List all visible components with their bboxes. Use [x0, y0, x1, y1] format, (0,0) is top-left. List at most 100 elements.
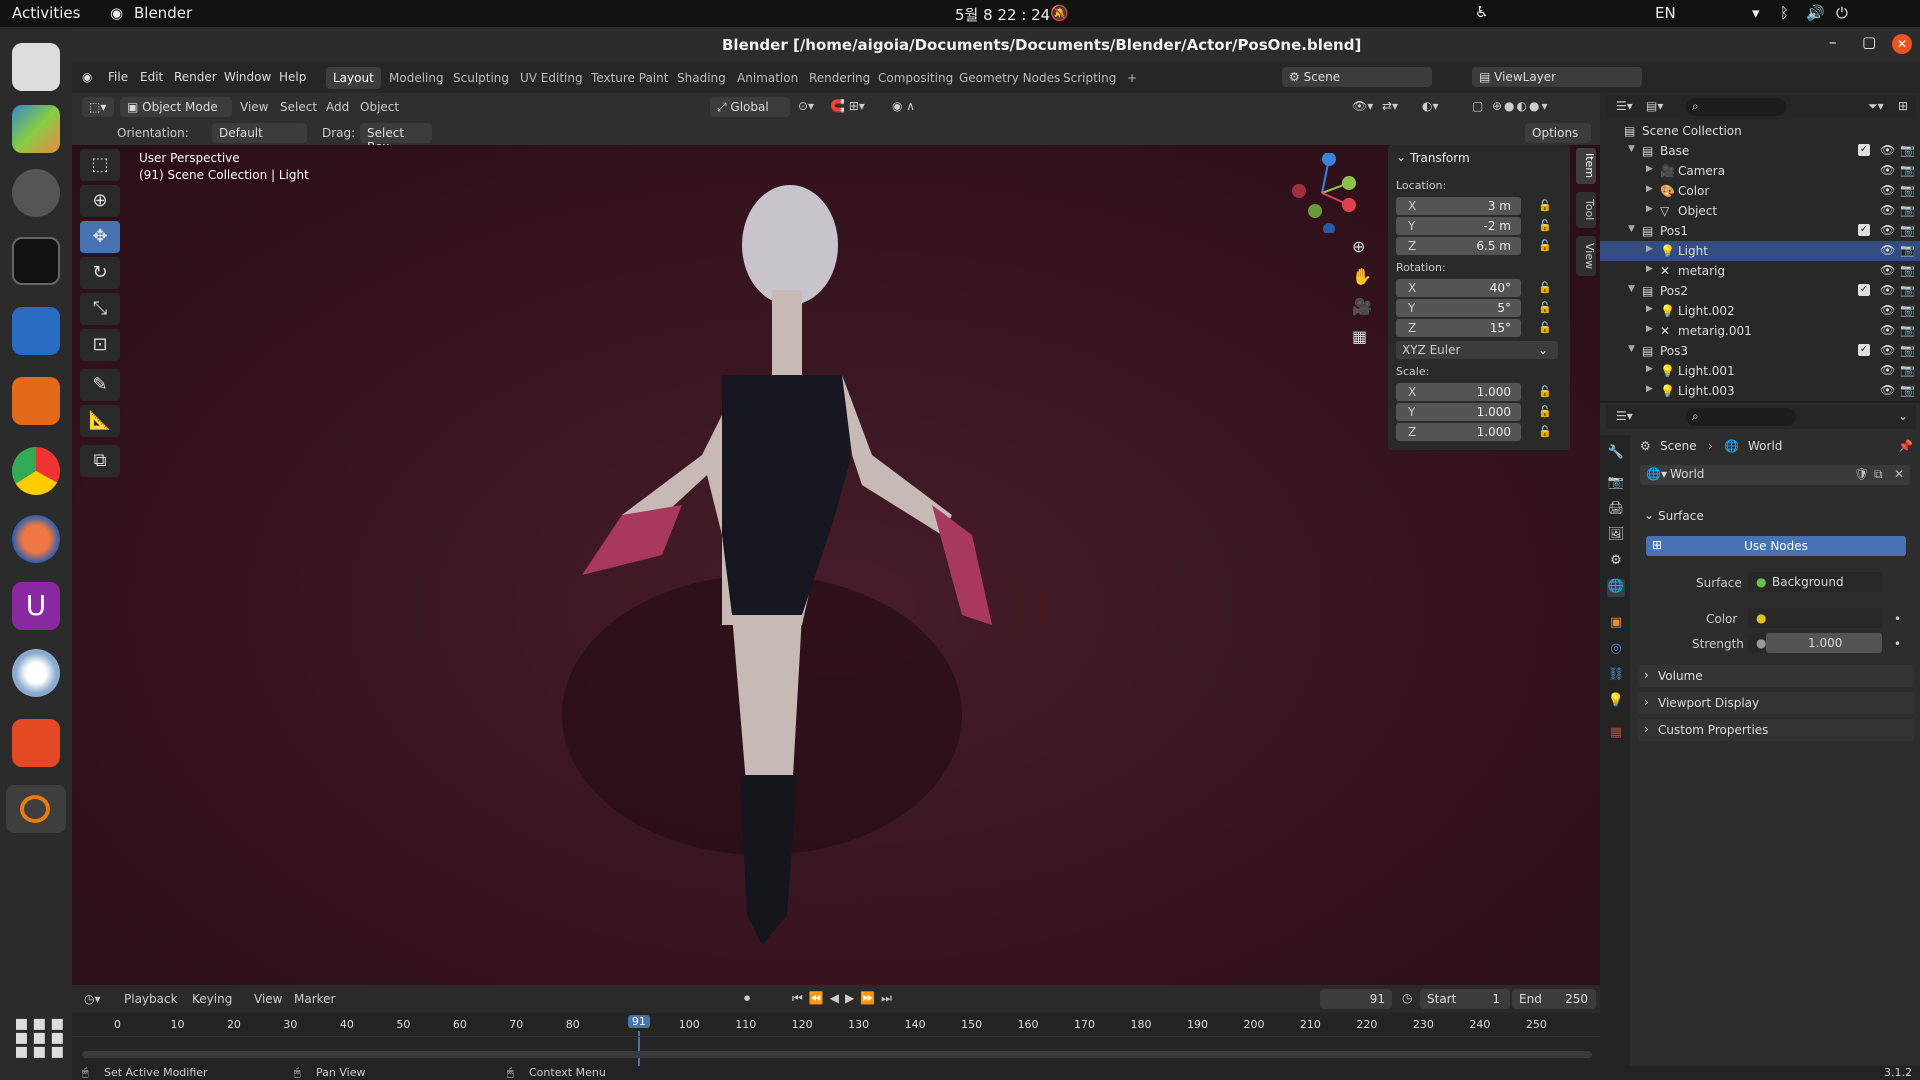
outliner-item-name[interactable]: Object	[1678, 204, 1717, 218]
filter-icon[interactable]: ⏷▾	[1868, 99, 1884, 114]
menu-render[interactable]: Render	[174, 70, 217, 84]
tab-texture-paint[interactable]: Texture Paint	[584, 67, 675, 89]
collection-checkbox[interactable]: ✓	[1858, 224, 1870, 236]
sidebar-tab-view[interactable]: View	[1576, 236, 1596, 276]
drag-dropdown[interactable]: Select Box	[360, 123, 432, 154]
chevron-down-icon[interactable]: ⌄	[1898, 409, 1908, 423]
chevron-right-icon[interactable]: ▶	[1646, 204, 1653, 214]
add-cube-tool-icon[interactable]: ⧉	[80, 445, 120, 477]
pin-icon[interactable]: 📌	[1898, 439, 1913, 453]
color-field[interactable]: ●	[1748, 608, 1882, 628]
tab-geometry-nodes[interactable]: Geometry Nodes	[952, 67, 1067, 89]
video-player-icon[interactable]	[12, 377, 60, 425]
outliner-item-name[interactable]: metarig	[1678, 264, 1725, 278]
output-tab-icon[interactable]: 🖨	[1607, 501, 1625, 519]
inkscape-icon[interactable]	[12, 649, 60, 697]
render-camera-icon[interactable]: 📷	[1900, 143, 1915, 157]
installer-icon[interactable]	[12, 719, 60, 767]
viewlayer-selector[interactable]: ▤ ViewLayer	[1472, 67, 1642, 87]
visibility-eye-icon[interactable]: 👁	[1880, 363, 1895, 377]
files-app-icon[interactable]	[12, 307, 60, 355]
add-workspace-button[interactable]: +	[1120, 67, 1144, 89]
current-frame-field[interactable]: 91	[1320, 989, 1392, 1009]
minimize-button[interactable]: –	[1829, 33, 1837, 51]
render-camera-icon[interactable]: 📷	[1900, 263, 1915, 277]
overlay-icon[interactable]: ◐▾	[1422, 99, 1439, 113]
gizmo-neg-x-axis[interactable]	[1292, 184, 1306, 198]
scale-y-field[interactable]: Y 1.000	[1396, 403, 1521, 421]
render-camera-icon[interactable]: 📷	[1900, 383, 1915, 397]
outliner-row[interactable]: ▶ 🎥 Camera 👁 📷	[1600, 161, 1920, 181]
tab-shading[interactable]: Shading	[670, 67, 733, 89]
zoom-icon[interactable]: ⊕	[1352, 237, 1365, 256]
select-box-tool-icon[interactable]: ⬚	[80, 149, 120, 181]
outliner-item-name[interactable]: Pos1	[1660, 224, 1688, 238]
chevron-right-icon[interactable]: ▶	[1646, 324, 1653, 334]
outliner-row[interactable]: ▼ ▤ Pos1 ✓ 👁 📷	[1600, 221, 1920, 241]
data-tab-icon[interactable]: 💡	[1607, 693, 1625, 711]
outliner-row[interactable]: ▼ ▤ Pos2 ✓ 👁 📷	[1600, 281, 1920, 301]
menu-keying[interactable]: Keying	[192, 992, 232, 1006]
outliner-row[interactable]: ▶ 💡 Light.001 👁 📷	[1600, 361, 1920, 381]
chevron-right-icon[interactable]: ▶	[1646, 164, 1653, 174]
fake-user-icon[interactable]: 🛡	[1854, 467, 1869, 481]
gizmo-neg-z-axis[interactable]	[1323, 223, 1335, 233]
lock-icon[interactable]: 🔓	[1538, 239, 1552, 253]
outliner-row[interactable]: ▶ ✕ metarig.001 👁 📷	[1600, 321, 1920, 341]
visibility-eye-icon[interactable]: 👁	[1880, 243, 1895, 257]
tab-rendering[interactable]: Rendering	[802, 67, 877, 89]
visibility-eye-icon[interactable]: 👁	[1880, 303, 1895, 317]
outliner-item-name[interactable]: metarig.001	[1678, 324, 1752, 338]
scene-selector[interactable]: ⚙ Scene	[1282, 67, 1432, 87]
blender-dock-icon[interactable]	[6, 785, 66, 833]
xray-icon[interactable]: ▢	[1472, 99, 1483, 113]
display-mode-icon[interactable]: ▤▾	[1646, 99, 1663, 113]
outliner-row[interactable]: ▶ ▽ Object 👁 📷	[1600, 201, 1920, 221]
close-button[interactable]: ✕	[1892, 34, 1912, 54]
sidebar-tab-item[interactable]: Item	[1576, 148, 1596, 184]
proportional-edit-icon[interactable]: ◉ ∧	[892, 99, 915, 113]
clock[interactable]: 5월 8 22 : 24	[955, 4, 1050, 25]
menu-marker[interactable]: Marker	[294, 992, 335, 1006]
location-z-field[interactable]: Z 6.5 m	[1396, 237, 1521, 255]
render-tab-icon[interactable]: 📷	[1607, 475, 1625, 493]
render-camera-icon[interactable]: 📷	[1900, 343, 1915, 357]
chevron-down-icon[interactable]: ▼	[1628, 284, 1635, 294]
annotate-tool-icon[interactable]: ✎	[80, 369, 120, 401]
outliner-row[interactable]: ▶ 💡 Light.003 👁 📷	[1600, 381, 1920, 401]
object-tab-icon[interactable]: ▣	[1607, 615, 1625, 633]
visibility-eye-icon[interactable]: 👁	[1880, 383, 1895, 397]
world-datablock[interactable]: 🌐▾ World 🛡 ⧉ ✕	[1640, 465, 1910, 485]
outliner-item-name[interactable]: Light.003	[1678, 384, 1735, 398]
menu-window[interactable]: Window	[224, 70, 271, 84]
orientation-dropdown[interactable]: Default	[212, 123, 307, 143]
menu-view[interactable]: View	[240, 100, 268, 114]
chevron-down-icon[interactable]: ▼	[1628, 344, 1635, 354]
object-mode-dropdown[interactable]: ▣ Object Mode	[120, 97, 232, 117]
outliner-item-name[interactable]: Base	[1660, 144, 1689, 158]
render-camera-icon[interactable]: 📷	[1900, 323, 1915, 337]
gizmo-icon[interactable]: ⇄▾	[1382, 99, 1398, 113]
chevron-down-icon[interactable]: ▼	[1628, 224, 1635, 234]
keyframe-dot-icon[interactable]: •	[1894, 612, 1901, 626]
rotation-z-field[interactable]: Z 15°	[1396, 319, 1521, 337]
render-camera-icon[interactable]: 📷	[1900, 363, 1915, 377]
outliner-row[interactable]: ▶ 🎨 Color 👁 📷	[1600, 181, 1920, 201]
outliner-search-input[interactable]: ⌕	[1686, 98, 1786, 116]
navigation-gizmo[interactable]	[1287, 153, 1357, 233]
scale-tool-icon[interactable]: ⤡	[80, 293, 120, 325]
menu-file[interactable]: File	[108, 70, 128, 84]
rotate-tool-icon[interactable]: ↻	[80, 257, 120, 289]
options-dropdown[interactable]: Options	[1525, 123, 1591, 143]
render-camera-icon[interactable]: 📷	[1900, 183, 1915, 197]
breadcrumb-world[interactable]: World	[1748, 439, 1782, 453]
menu-select[interactable]: Select	[280, 100, 317, 114]
tab-animation[interactable]: Animation	[730, 67, 805, 89]
menu-edit[interactable]: Edit	[140, 70, 163, 84]
gizmo-z-axis[interactable]	[1322, 153, 1336, 166]
outliner-row[interactable]: ▶ 💡 Light.002 👁 📷	[1600, 301, 1920, 321]
menu-playback[interactable]: Playback	[124, 992, 178, 1006]
visibility-eye-icon[interactable]: 👁	[1880, 343, 1895, 357]
start-frame-field[interactable]: Start 1	[1420, 989, 1510, 1009]
render-camera-icon[interactable]: 📷	[1900, 303, 1915, 317]
